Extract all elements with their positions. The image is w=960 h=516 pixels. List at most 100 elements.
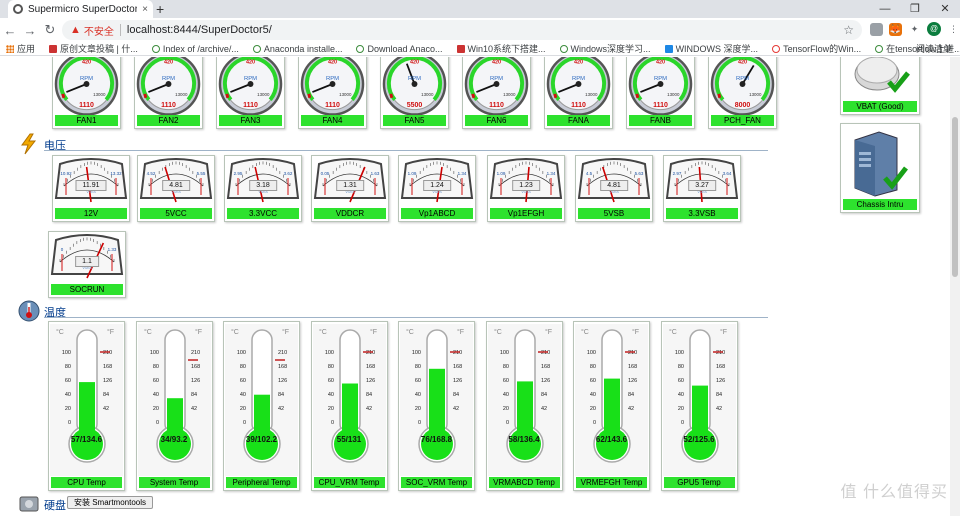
fan-rpm-value: 1110 [243, 102, 258, 109]
fahrenheit-tick-label: 42 [103, 406, 109, 412]
bookmark-item[interactable]: WINDOWS 深度学... [664, 42, 758, 55]
minimize-button[interactable]: — [870, 0, 900, 18]
bookmark-item[interactable]: Download Anaco... [356, 44, 443, 54]
chassis-intrusion-status-icon [849, 128, 913, 198]
rpm-min-label: 420 [656, 59, 665, 65]
fan-gauge-card[interactable]: RPM 13000 420 1110 FAN6 [462, 57, 531, 129]
rpm-min-label: 420 [738, 59, 747, 65]
reading-list-button[interactable]: 阅读清单 [916, 42, 952, 55]
fahrenheit-tick-label: 210 [628, 350, 637, 356]
voltage-gauge-card[interactable]: 0 1.33 Volts 1.1 SOCRUN [48, 231, 126, 298]
fan-gauge-card[interactable]: RPM 13000 420 1110 FAN2 [134, 57, 203, 129]
voltage-gauge-card[interactable]: 1.09 1.34 Volts 1.24 Vp1ABCD [398, 155, 476, 222]
voltage-gauge-card[interactable]: 10.92 13.32 Volts 11.91 12V [52, 155, 130, 222]
tab-close-button[interactable]: × [142, 4, 148, 15]
temperature-gauge-card[interactable]: °C °F 100 80 60 40 20 0 210 168 126 84 42 34/93.2 Syst… [135, 321, 213, 491]
volt-min-label: 2.97 [673, 171, 682, 176]
metamask-icon[interactable]: 🦊 [889, 22, 902, 36]
forward-icon[interactable]: → [20, 23, 40, 38]
fan-gauge-card[interactable]: RPM 13000 420 1110 FAN4 [298, 57, 367, 129]
voltage-label: 5VSB [578, 208, 650, 219]
celsius-unit-label: °C [406, 328, 414, 336]
tab-title: Supermicro SuperDoctor 5 (Sl [28, 3, 138, 15]
address-bar[interactable]: ▲ 不安全 localhost:8444/SuperDoctor5/ ☆ [62, 20, 862, 40]
celsius-tick-label: 20 [327, 406, 333, 412]
voltage-value: 11.91 [75, 180, 107, 191]
fan-gauge-card[interactable]: RPM 13000 420 1110 FAN3 [216, 57, 285, 129]
fahrenheit-tick-label: 168 [628, 364, 637, 370]
volt-max-label: 3.62 [284, 171, 293, 176]
address-divider [119, 24, 121, 36]
bookmark-item[interactable]: Anaconda installe... [252, 44, 342, 54]
celsius-tick-label: 100 [237, 350, 246, 356]
bookmark-item[interactable]: Win10系统下搭建... [456, 42, 546, 55]
celsius-tick-label: 60 [327, 378, 333, 384]
menu-icon[interactable]: ⋮ [947, 23, 960, 36]
volt-min-label: 2.95 [234, 171, 243, 176]
fan-label: FANB [629, 115, 692, 126]
celsius-tick-label: 80 [677, 364, 683, 370]
puzzle-icon[interactable]: ✦ [908, 23, 921, 36]
close-window-button[interactable]: ✕ [930, 0, 960, 18]
fan-gauge-card[interactable]: RPM 13000 420 1110 FANA [544, 57, 613, 129]
voltage-gauge-card[interactable]: 2.97 3.64 Volts 3.27 3.3VSB [663, 155, 741, 222]
browser-tab[interactable]: Supermicro SuperDoctor 5 (Sl × [8, 0, 153, 18]
disk-section-title: 硬盘 [44, 500, 66, 512]
new-tab-button[interactable]: + [156, 1, 164, 17]
install-smartmontools-button[interactable]: 安装 Smartmontools [67, 496, 154, 509]
voltage-gauge-card[interactable]: 4.52 5.55 Volts 4.81 5VCC [137, 155, 215, 222]
fahrenheit-tick-label: 42 [541, 406, 547, 412]
temperature-reading: 76/168.8 [420, 435, 453, 444]
fahrenheit-unit-label: °F [545, 328, 552, 336]
celsius-tick-label: 40 [327, 392, 333, 398]
insecure-label[interactable]: 不安全 [84, 23, 114, 38]
bookmark-star-icon[interactable]: ☆ [843, 23, 854, 37]
voltage-gauge-card[interactable]: 4.5 5.63 Volts 4.81 5VSB [575, 155, 653, 222]
reload-icon[interactable]: ↻ [40, 22, 60, 38]
temperature-label: CPU_VRM Temp [313, 477, 385, 488]
temperature-gauge-card[interactable]: °C °F 100 80 60 40 20 0 210 168 126 84 42 58/136.4 VRM… [485, 321, 563, 491]
fahrenheit-tick-label: 210 [366, 350, 375, 356]
fahrenheit-tick-label: 168 [541, 364, 550, 370]
celsius-unit-label: °C [494, 328, 502, 336]
bookmark-item[interactable]: 原创文章投稿 | 什... [49, 42, 138, 55]
scrollbar-thumb[interactable] [952, 117, 958, 277]
thermometer-icon: °C °F 100 80 60 40 20 0 210 168 126 84 42 [312, 324, 386, 476]
win-icon [664, 44, 673, 53]
extension-icon[interactable] [870, 22, 883, 36]
temperature-gauge-card[interactable]: °C °F 100 80 60 40 20 0 210 168 126 84 42 55/131 CPU_V… [310, 321, 388, 491]
fahrenheit-tick-label: 168 [453, 364, 462, 370]
voltage-gauge-card[interactable]: 0.05 1.63 Volts 1.31 VDDCR [311, 155, 389, 222]
voltage-gauge-card[interactable]: 2.95 3.62 Volts 3.18 3.3VCC [224, 155, 302, 222]
celsius-tick-label: 40 [152, 392, 158, 398]
bookmark-label: TensorFlow的Win... [783, 44, 862, 54]
chassis-intrusion-status[interactable]: Chassis Intru [840, 123, 920, 213]
vbat-status[interactable]: VBAT (Good) [840, 57, 920, 115]
profile-avatar[interactable]: @ [927, 22, 941, 36]
fan-gauge-card[interactable]: RPM 13000 420 8000 PCH_FAN [708, 57, 777, 129]
temperature-gauge-card[interactable]: °C °F 100 80 60 40 20 0 210 168 126 84 42 52/125.6 GPU… [660, 321, 738, 491]
fan-gauge-card[interactable]: RPM 13000 420 1110 FANB [626, 57, 695, 129]
temperature-gauge-card[interactable]: °C °F 100 80 60 40 20 0 210 168 126 84 42 62/143.6 VRM… [573, 321, 650, 491]
rpm-max-label: 13000 [175, 92, 188, 97]
fan-gauge-card[interactable]: RPM 13000 420 1110 FAN1 [52, 57, 121, 129]
fan-gauge-card[interactable]: RPM 13000 420 5500 FAN5 [380, 57, 449, 129]
superdoctor-page: RPM 13000 420 1110 FAN1 RPM 13000 420 1110 FAN2 RP… [0, 57, 950, 516]
temperature-gauge-card[interactable]: °C °F 100 80 60 40 20 0 210 168 126 84 42 57/134.6 CPU… [48, 321, 125, 491]
bookmark-item[interactable]: Index of /archive/... [151, 44, 239, 54]
bookmark-item[interactable]: Windows深度学习... [559, 42, 651, 55]
voltage-value: 1.24 [423, 180, 451, 191]
temperature-gauge-card[interactable]: °C °F 100 80 60 40 20 0 210 168 126 84 42 39/102.2 Per… [223, 321, 300, 491]
url-text[interactable]: localhost:8444/SuperDoctor5/ [127, 24, 272, 36]
thermometer-icon: °C °F 100 80 60 40 20 0 210 168 126 84 42 [50, 324, 123, 476]
back-icon[interactable]: ← [0, 23, 20, 38]
temperature-reading: 58/136.4 [508, 435, 540, 444]
vertical-scrollbar[interactable] [950, 57, 960, 516]
temperature-gauge-card[interactable]: °C °F 100 80 60 40 20 0 210 168 126 84 42 76/168.8 SOC… [398, 321, 475, 491]
bookmark-item[interactable]: TensorFlow的Win... [772, 42, 861, 55]
temperature-reading: 39/102.2 [245, 435, 278, 444]
bookmark-item[interactable]: 应用 [6, 42, 35, 55]
voltage-gauge-card[interactable]: 1.09 1.34 Volts 1.23 Vp1EFGH [487, 155, 565, 222]
celsius-unit-label: °C [319, 328, 327, 336]
maximize-button[interactable]: ❐ [900, 0, 930, 18]
